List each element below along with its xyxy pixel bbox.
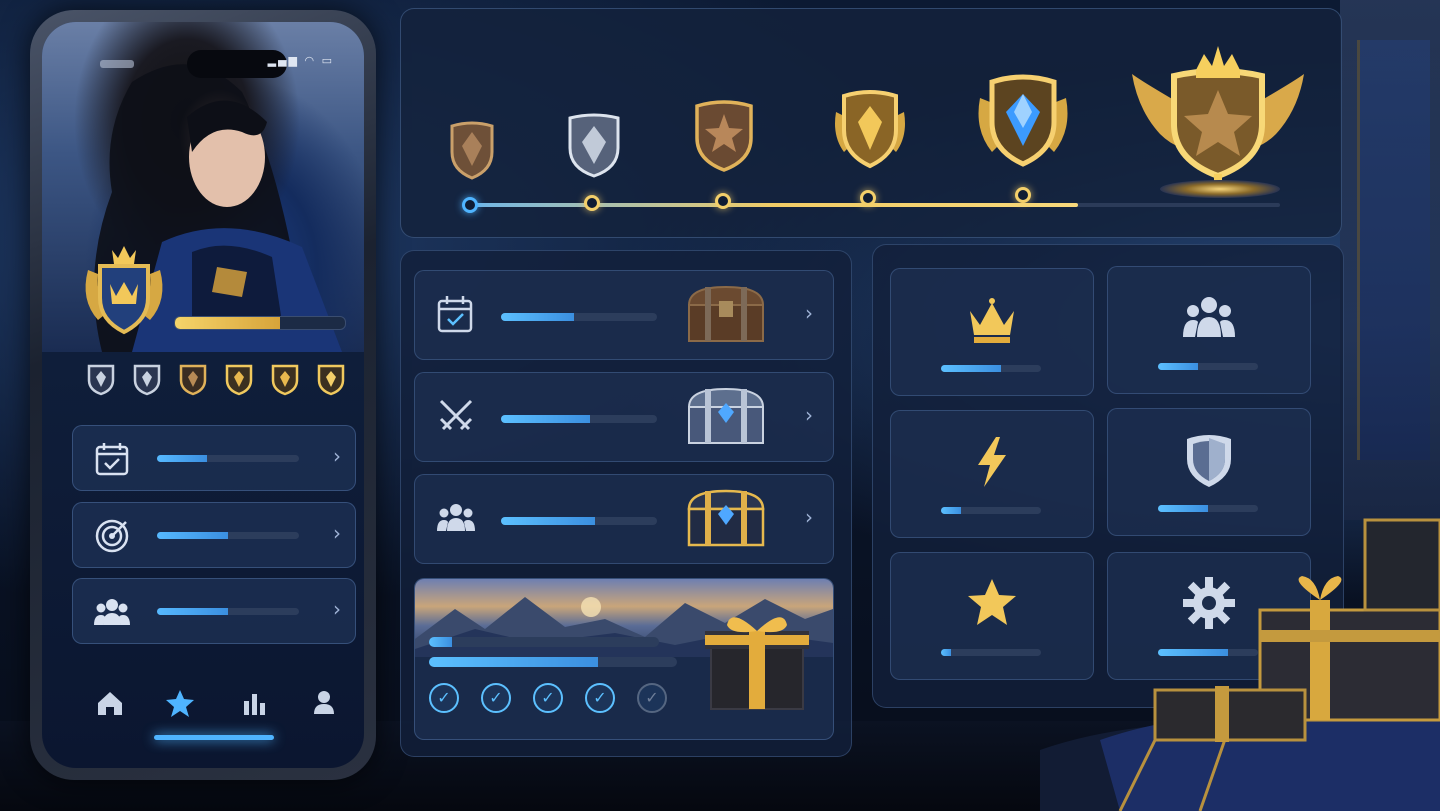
milestone-check-icon[interactable]: ✓ bbox=[585, 683, 615, 713]
quest-progress-bar bbox=[501, 415, 657, 423]
quest-row-team[interactable]: › bbox=[414, 474, 834, 564]
rank-crown-emblem-icon bbox=[85, 246, 163, 335]
gold-shield-icon bbox=[317, 364, 345, 396]
milestone-check-icon[interactable]: ✓ bbox=[429, 683, 459, 713]
event-progress-bar bbox=[429, 657, 677, 667]
lightning-icon bbox=[978, 437, 1006, 487]
silver-shield-icon[interactable] bbox=[566, 110, 622, 180]
crown-icon bbox=[970, 298, 1014, 343]
gift-box-icon bbox=[705, 617, 809, 710]
gold-chest-icon bbox=[687, 489, 765, 547]
phone-row-goals[interactable]: › bbox=[72, 502, 356, 568]
home-indicator bbox=[154, 735, 274, 740]
status-time bbox=[100, 60, 134, 68]
crossed-swords-icon bbox=[439, 399, 473, 431]
bronze-shield-icon bbox=[179, 364, 207, 396]
category-progress-bar bbox=[1158, 363, 1258, 370]
gold-shield-icon[interactable] bbox=[830, 86, 910, 170]
target-icon bbox=[95, 519, 129, 553]
silver-shield-icon bbox=[133, 364, 161, 396]
bronze-star-shield-icon[interactable] bbox=[693, 96, 755, 174]
phone-row-progress bbox=[157, 455, 299, 462]
background-banner bbox=[1357, 40, 1430, 460]
category-progress-bar bbox=[941, 365, 1041, 372]
chevron-right-icon: › bbox=[805, 403, 813, 427]
treasure-chests-decoration bbox=[1040, 518, 1440, 811]
event-reward-card[interactable]: ✓ ✓ ✓ ✓ ✓ bbox=[414, 578, 834, 740]
home-icon[interactable] bbox=[90, 683, 130, 723]
status-icons: ▂▄▆ ◠ ▭ bbox=[267, 54, 334, 67]
quest-progress-bar bbox=[501, 313, 657, 321]
calendar-check-icon bbox=[95, 443, 129, 476]
group-icon bbox=[1183, 297, 1235, 337]
tier-node-1[interactable] bbox=[462, 197, 478, 213]
tier-node-5[interactable] bbox=[1015, 187, 1031, 203]
milestone-check-icon[interactable]: ✓ bbox=[637, 683, 667, 713]
chevron-right-icon: › bbox=[333, 597, 341, 621]
gold-shield-icon bbox=[271, 364, 299, 396]
bar-chart-icon[interactable] bbox=[234, 683, 274, 723]
category-progress-bar bbox=[941, 507, 1041, 514]
event-progress-bar-secondary bbox=[429, 637, 659, 647]
tier-shield-row bbox=[86, 362, 346, 396]
phone-tab-bar bbox=[70, 665, 370, 761]
silver-chest-icon bbox=[687, 387, 765, 444]
profile-icon[interactable] bbox=[304, 683, 344, 723]
shield-icon bbox=[1187, 435, 1231, 487]
phone-row-progress bbox=[157, 608, 299, 615]
star-icon bbox=[968, 579, 1016, 625]
tier-node-2[interactable] bbox=[584, 195, 600, 211]
bronze-shield-icon[interactable] bbox=[448, 118, 496, 182]
sapphire-shield-icon[interactable] bbox=[972, 68, 1074, 170]
category-tile-crown[interactable] bbox=[890, 268, 1094, 396]
calendar-check-icon bbox=[437, 296, 473, 333]
tier-node-3[interactable] bbox=[715, 193, 731, 209]
chevron-right-icon: › bbox=[805, 301, 813, 325]
milestone-check-icon[interactable]: ✓ bbox=[533, 683, 563, 713]
gold-shield-icon bbox=[225, 364, 253, 396]
phone-row-daily[interactable]: › bbox=[72, 425, 356, 491]
quest-row-daily[interactable]: › bbox=[414, 270, 834, 360]
chevron-right-icon: › bbox=[333, 444, 341, 468]
event-milestone-checks: ✓ ✓ ✓ ✓ ✓ bbox=[429, 683, 667, 713]
rank-progress-bar bbox=[174, 316, 346, 330]
chevron-right-icon: › bbox=[333, 521, 341, 545]
tier-node-4[interactable] bbox=[860, 190, 876, 206]
category-progress-bar bbox=[941, 649, 1041, 656]
phone-row-team[interactable]: › bbox=[72, 578, 356, 644]
group-icon bbox=[94, 599, 130, 625]
chevron-right-icon: › bbox=[805, 505, 813, 529]
phone-row-progress bbox=[157, 532, 299, 539]
silver-shield-icon bbox=[87, 364, 115, 396]
wooden-chest-icon bbox=[687, 285, 765, 342]
star-icon[interactable] bbox=[160, 683, 200, 723]
top-tier-pedestal bbox=[1160, 180, 1280, 198]
winged-crown-shield-icon[interactable] bbox=[1130, 40, 1306, 188]
quest-row-battle[interactable]: › bbox=[414, 372, 834, 462]
quest-progress-bar bbox=[501, 517, 657, 525]
milestone-check-icon[interactable]: ✓ bbox=[481, 683, 511, 713]
category-tile-team[interactable] bbox=[1107, 266, 1311, 394]
group-icon bbox=[437, 504, 475, 531]
